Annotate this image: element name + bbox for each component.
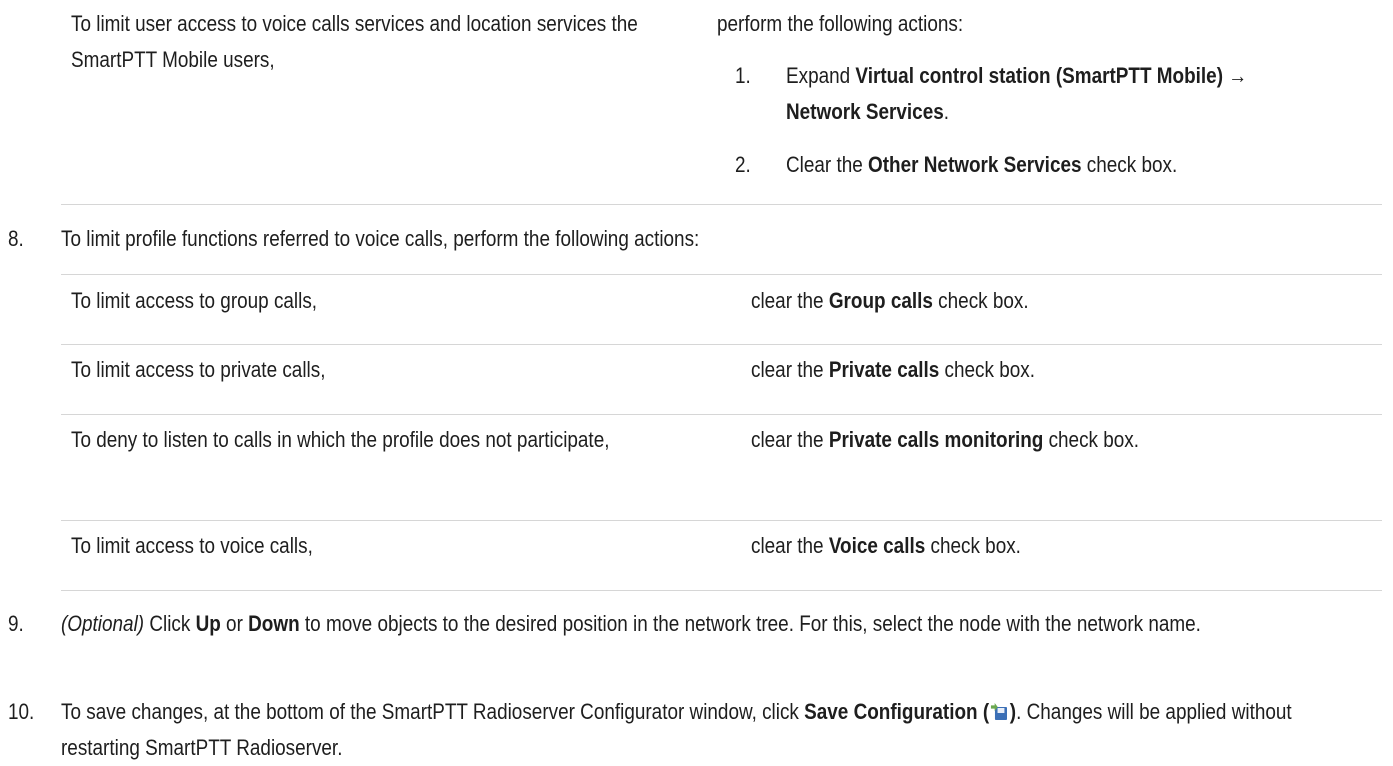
condition-text: To limit access to group calls, bbox=[71, 288, 318, 313]
intro-action: perform the following actions: bbox=[717, 6, 1393, 42]
sub-step-suffix: check box. bbox=[1081, 152, 1178, 177]
sub-step-number: 1. bbox=[735, 63, 751, 88]
table-divider bbox=[61, 520, 1382, 521]
intro-action-text: perform the following actions: bbox=[717, 11, 964, 36]
action-suffix: check box. bbox=[939, 357, 1035, 382]
save-configuration-icon bbox=[990, 703, 1008, 721]
step-text: To save changes, at the bottom of the Sm… bbox=[61, 694, 1393, 766]
up-button-name: Up bbox=[195, 611, 221, 636]
step-text: To limit profile functions referred to v… bbox=[61, 221, 1393, 257]
table-row-condition: To limit access to private calls, bbox=[71, 352, 731, 388]
table-divider bbox=[61, 590, 1382, 591]
intro-condition: To limit user access to voice calls serv… bbox=[71, 6, 751, 78]
sub-step-text: Clear the Other Network Services check b… bbox=[786, 147, 1393, 183]
checkbox-name: Voice calls bbox=[828, 533, 926, 558]
table-row-action: clear the Private calls monitoring check… bbox=[751, 422, 1393, 458]
action-suffix: check box. bbox=[1043, 427, 1140, 452]
action-prefix: clear the bbox=[751, 427, 829, 452]
sub-step-text: Expand Virtual control station (SmartPTT… bbox=[786, 58, 1393, 130]
action-suffix: check box. bbox=[932, 288, 1029, 313]
table-divider bbox=[61, 274, 1382, 275]
step-text: (Optional) Click Up or Down to move obje… bbox=[61, 606, 1393, 642]
action-suffix: check box. bbox=[925, 533, 1021, 558]
step-number: 9. bbox=[8, 611, 24, 636]
action-prefix: clear the bbox=[751, 288, 829, 313]
checkbox-name: Private calls monitoring bbox=[828, 427, 1044, 452]
condition-text: To limit access to private calls, bbox=[71, 357, 326, 382]
step-9-text-3: to move objects to the desired position … bbox=[299, 611, 1201, 636]
intro-sub-steps: 1. Expand Virtual control station (Smart… bbox=[735, 58, 1393, 177]
table-row-condition: To limit access to voice calls, bbox=[71, 528, 731, 564]
sub-step-number: 2. bbox=[735, 152, 751, 177]
action-prefix: clear the bbox=[751, 357, 829, 382]
step-8-text: To limit profile functions referred to v… bbox=[61, 226, 700, 251]
step-10-text-1: To save changes, at the bottom of the Sm… bbox=[61, 699, 805, 724]
checkbox-name: Private calls bbox=[828, 357, 940, 382]
sub-step-prefix: Expand bbox=[786, 63, 856, 88]
checkbox-name: Group calls bbox=[828, 288, 933, 313]
sub-step-1: 1. Expand Virtual control station (Smart… bbox=[735, 58, 1393, 147]
condition-text: To deny to listen to calls in which the … bbox=[71, 427, 610, 452]
table-row-action: clear the Group calls check box. bbox=[751, 283, 1393, 319]
table-row-condition: To deny to listen to calls in which the … bbox=[71, 422, 731, 458]
table-row-action: clear the Voice calls check box. bbox=[751, 528, 1393, 564]
menu-path: Virtual control station (SmartPTT Mobile… bbox=[786, 63, 1248, 124]
save-configuration-label: Save Configuration ( bbox=[804, 699, 990, 724]
table-row-action: clear the Private calls check box. bbox=[751, 352, 1393, 388]
optional-label: (Optional) bbox=[61, 611, 145, 636]
sub-step-suffix: . bbox=[943, 99, 950, 124]
down-button-name: Down bbox=[248, 611, 300, 636]
step-9-text-2: or bbox=[220, 611, 249, 636]
sub-step-prefix: Clear the bbox=[786, 152, 869, 177]
table-divider bbox=[61, 204, 1382, 205]
checkbox-name: Other Network Services bbox=[868, 152, 1082, 177]
condition-text: To limit access to voice calls, bbox=[71, 533, 313, 558]
step-number: 10. bbox=[8, 699, 35, 724]
table-divider bbox=[61, 344, 1382, 345]
table-row-condition: To limit access to group calls, bbox=[71, 283, 731, 319]
step-9-text-1: Click bbox=[144, 611, 196, 636]
action-prefix: clear the bbox=[751, 533, 829, 558]
table-divider bbox=[61, 414, 1382, 415]
step-number: 8. bbox=[8, 226, 24, 251]
intro-condition-text: To limit user access to voice calls serv… bbox=[71, 11, 638, 72]
